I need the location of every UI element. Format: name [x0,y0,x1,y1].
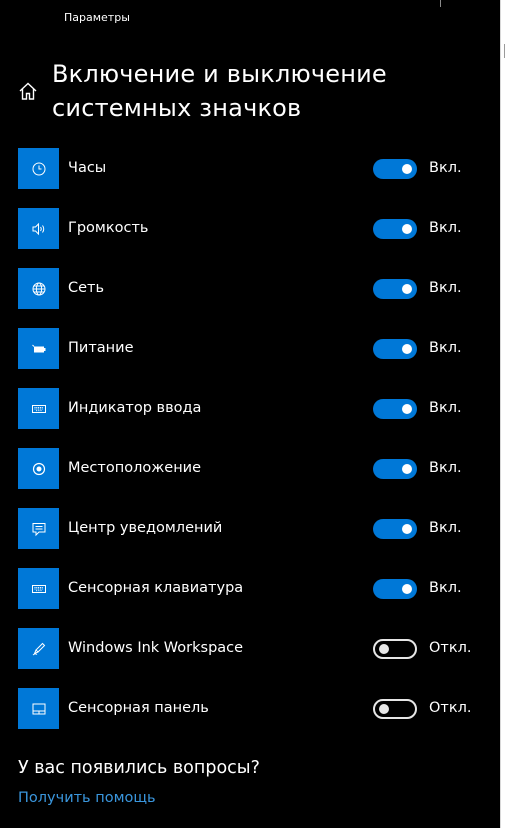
touchpad-icon [18,688,59,729]
toggle-network[interactable] [373,279,417,299]
page-title: Включение и выключение системных значков [52,57,492,125]
action-center-icon [18,508,59,549]
setting-label: Громкость [68,220,149,236]
toggle-knob [402,284,412,294]
globe-icon [18,268,59,309]
title-bar[interactable]: Параметры [0,0,500,32]
page-title-line2: системных значков [52,94,302,122]
battery-icon [18,328,59,369]
setting-row-power: Питание Вкл. [18,328,478,370]
toggle-state-text: Вкл. [429,400,462,416]
toggle-knob [402,584,412,594]
toggle-knob [402,164,412,174]
setting-label: Часы [68,160,107,176]
toggle-state-text: Вкл. [429,520,462,536]
app-title: Параметры [64,11,130,24]
toggle-knob [402,404,412,414]
setting-row-location: Местоположение Вкл. [18,448,478,490]
scrollbar-hint [504,44,505,58]
settings-window: Параметры Включение и выключение системн… [0,0,510,828]
toggle-state-text: Вкл. [429,460,462,476]
get-help-link[interactable]: Получить помощь [18,790,156,806]
desktop-strip [501,0,510,828]
location-icon [18,448,59,489]
toggle-location[interactable] [373,459,417,479]
setting-label: Windows Ink Workspace [68,640,244,656]
setting-row-volume: Громкость Вкл. [18,208,478,250]
setting-label: Сенсорная панель [68,700,209,716]
volume-icon [18,208,59,249]
setting-row-action-center: Центр уведомлений Вкл. [18,508,478,550]
setting-row-touchpad: Сенсорная панель Откл. [18,688,478,730]
setting-label: Сенсорная клавиатура [68,580,244,596]
toggle-knob [379,704,389,714]
toggle-state-text: Вкл. [429,220,462,236]
toggle-knob [402,464,412,474]
setting-label: Питание [68,340,134,356]
toggle-touch-keyboard[interactable] [373,579,417,599]
pen-icon [18,628,59,669]
toggle-knob [402,224,412,234]
setting-row-input-indicator: Индикатор ввода Вкл. [18,388,478,430]
toggle-knob [402,344,412,354]
setting-label: Центр уведомлений [68,520,223,536]
setting-label: Сеть [68,280,105,296]
setting-row-clock: Часы Вкл. [18,148,478,190]
toggle-input-indicator[interactable] [373,399,417,419]
toggle-state-text: Вкл. [429,340,462,356]
toggle-windows-ink[interactable] [373,639,417,659]
home-icon [19,82,37,100]
toggle-touchpad[interactable] [373,699,417,719]
toggle-power[interactable] [373,339,417,359]
setting-label: Индикатор ввода [68,400,202,416]
toggle-knob [402,524,412,534]
setting-row-windows-ink: Windows Ink Workspace Откл. [18,628,478,670]
toggle-state-text: Вкл. [429,580,462,596]
toggle-state-text: Откл. [429,700,472,716]
help-heading: У вас появились вопросы? [18,758,260,778]
toggle-state-text: Вкл. [429,280,462,296]
keyboard-icon [18,388,59,429]
setting-row-network: Сеть Вкл. [18,268,478,310]
setting-row-touch-keyboard: Сенсорная клавиатура Вкл. [18,568,478,610]
touch-keyboard-icon [18,568,59,609]
page-title-line1: Включение и выключение [52,60,387,88]
toggle-action-center[interactable] [373,519,417,539]
toggle-volume[interactable] [373,219,417,239]
setting-label: Местоположение [68,460,202,476]
title-bar-divider [440,0,441,7]
home-button[interactable] [17,80,39,102]
toggle-state-text: Откл. [429,640,472,656]
toggle-knob [379,644,389,654]
toggle-clock[interactable] [373,159,417,179]
toggle-state-text: Вкл. [429,160,462,176]
clock-icon [18,148,59,189]
